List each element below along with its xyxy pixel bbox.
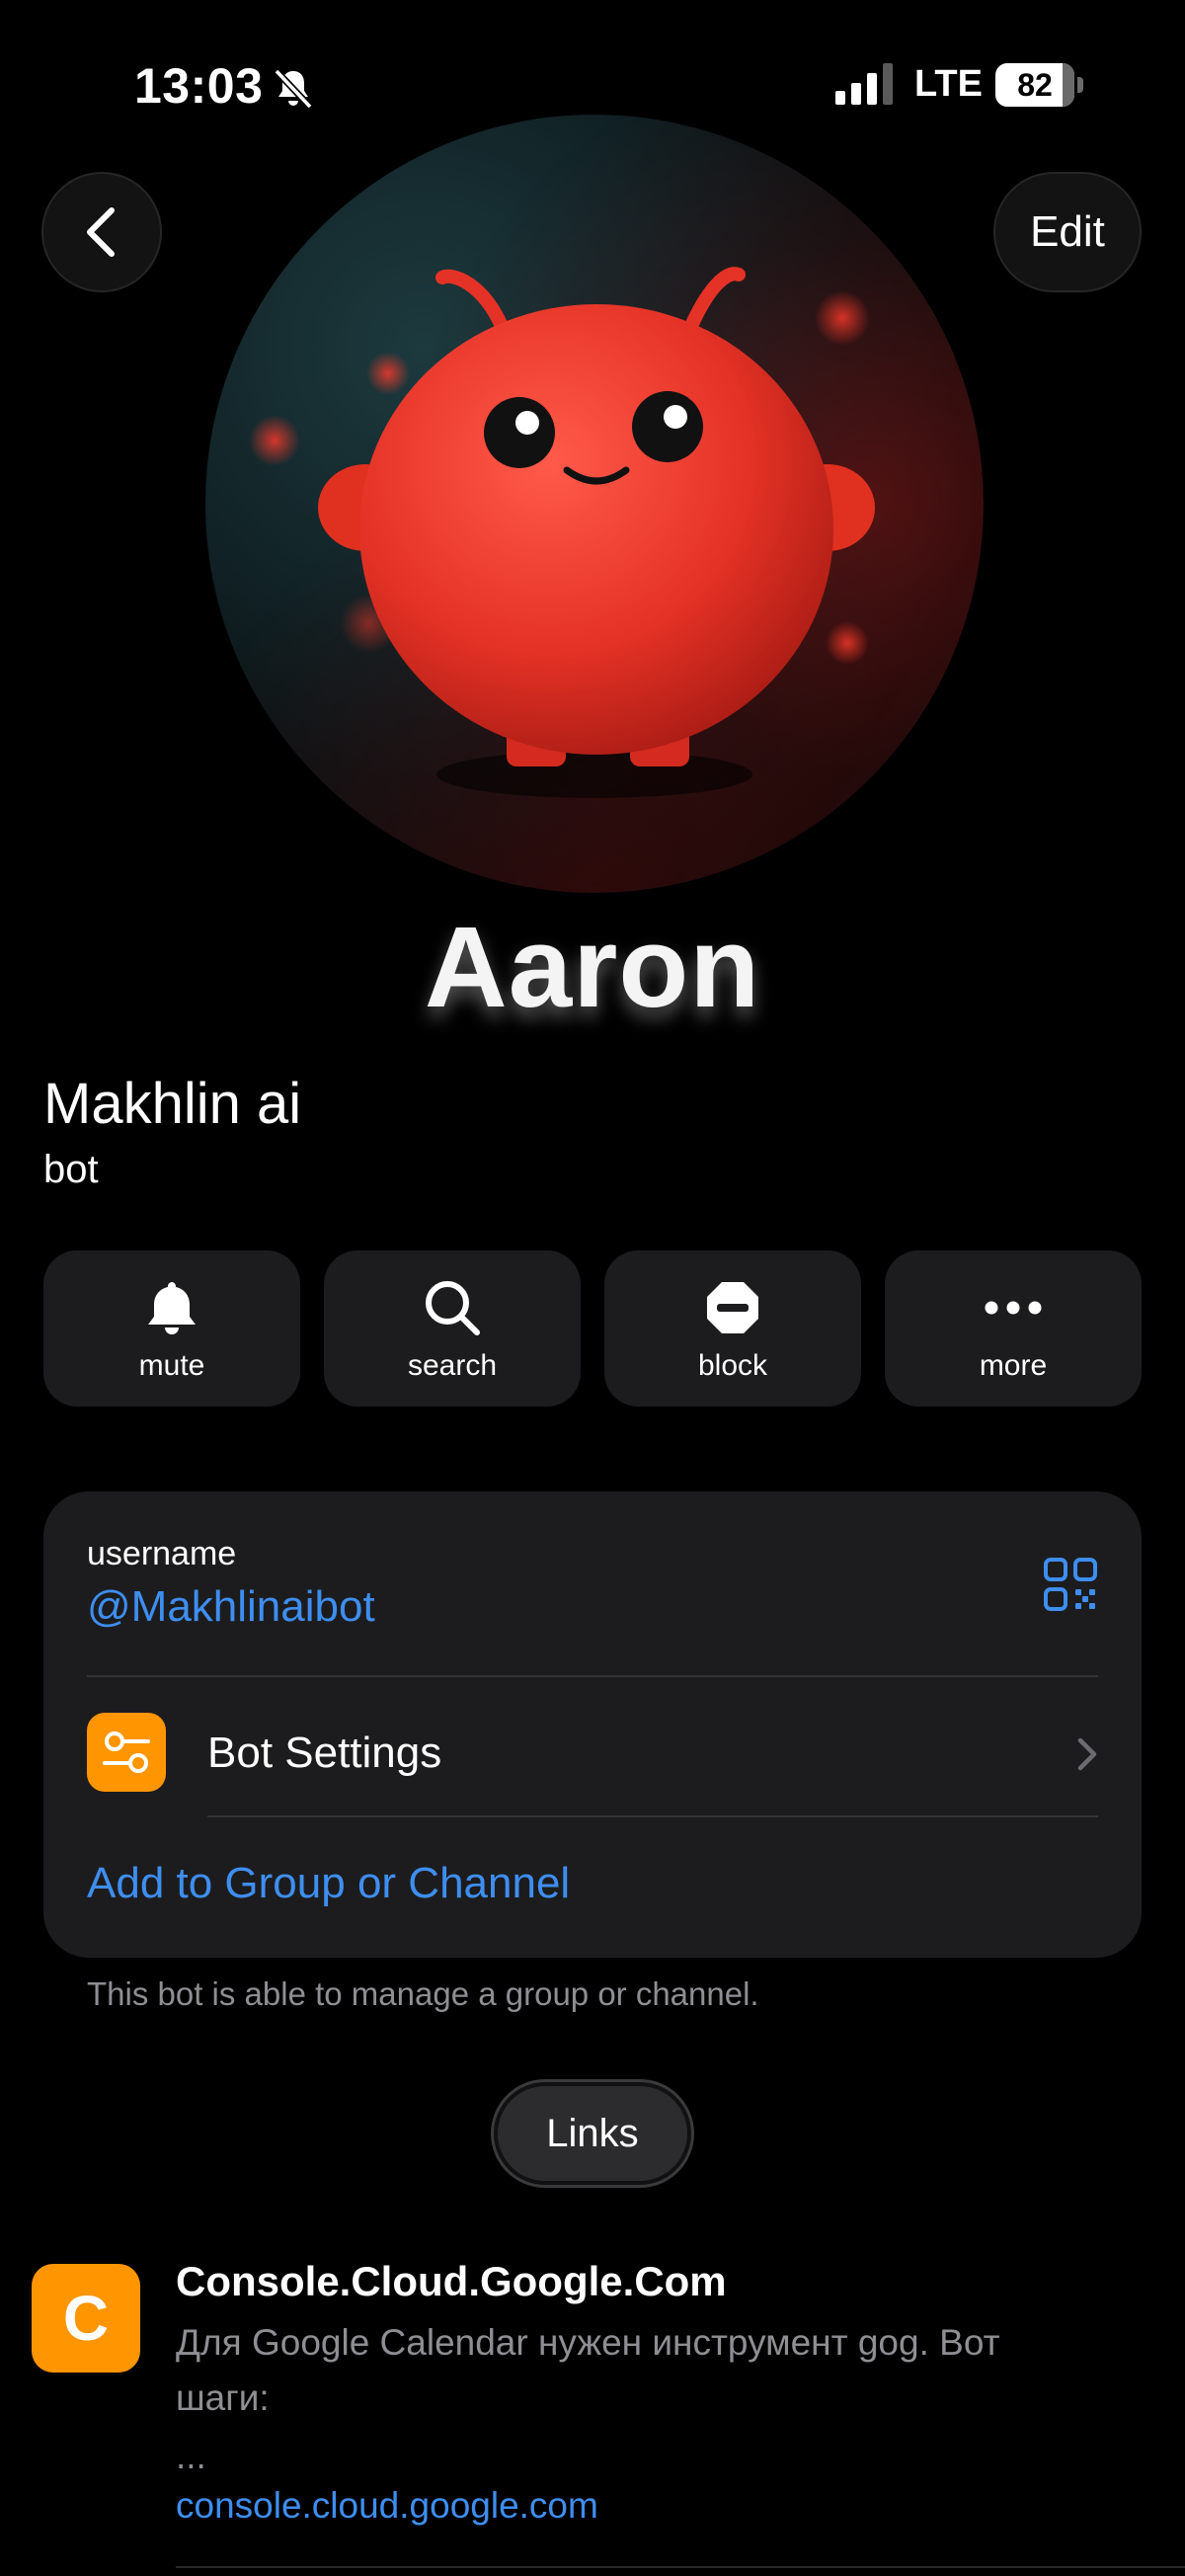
divider (207, 1815, 1098, 1817)
mute-label: mute (138, 1349, 205, 1382)
profile-subtitle: bot (43, 1148, 99, 1191)
add-to-group-button[interactable]: Add to Group or Channel (87, 1859, 570, 1908)
search-icon (421, 1276, 484, 1339)
profile-avatar[interactable] (205, 115, 984, 893)
more-button[interactable]: more (885, 1250, 1142, 1407)
battery-level: 82 (1017, 67, 1053, 103)
mascot-illustration (249, 267, 875, 798)
qr-code-icon[interactable] (1043, 1557, 1098, 1612)
status-time: 13:03 (134, 58, 264, 114)
battery-icon: 82 (995, 63, 1083, 107)
edit-button[interactable]: Edit (993, 172, 1142, 292)
bell-icon (140, 1276, 203, 1339)
tab-links[interactable]: Links (494, 2082, 691, 2185)
bot-settings-row[interactable]: Bot Settings (43, 1677, 1142, 1815)
chevron-left-icon (87, 207, 115, 257)
bot-settings-label: Bot Settings (207, 1729, 442, 1777)
link-ellipsis: ... (176, 2436, 206, 2476)
action-buttons: mute search block more (43, 1250, 1142, 1407)
mute-button[interactable]: mute (43, 1250, 300, 1407)
link-description: Для Google Calendar нужен инструмент gog… (176, 2322, 1000, 2418)
link-title[interactable]: Console.Cloud.Google.Com (176, 2258, 727, 2305)
info-card: username @Makhlinaibot Bot Settings Add … (43, 1491, 1142, 1958)
block-label: block (697, 1349, 768, 1382)
sliders-icon (87, 1713, 166, 1792)
bell-off-icon (274, 68, 313, 110)
username-value[interactable]: @Makhlinaibot (87, 1582, 375, 1632)
avatar-brand-text: Aaron (424, 903, 761, 1031)
username-label: username (87, 1535, 237, 1572)
search-label: search (407, 1349, 498, 1382)
ellipsis-icon (982, 1276, 1045, 1339)
search-button[interactable]: search (324, 1250, 581, 1407)
signal-strength-icon (835, 63, 893, 105)
profile-name: Makhlin ai (43, 1072, 302, 1136)
network-type: LTE (914, 63, 983, 105)
chevron-right-icon (1077, 1737, 1097, 1771)
link-url[interactable]: console.cloud.google.com (176, 2485, 598, 2527)
back-button[interactable] (41, 172, 162, 292)
link-avatar: C (32, 2264, 140, 2373)
block-icon (701, 1276, 764, 1339)
more-label: more (979, 1349, 1048, 1382)
bot-capability-note: This bot is able to manage a group or ch… (87, 1975, 759, 2012)
divider (176, 2566, 1185, 2568)
block-button[interactable]: block (604, 1250, 861, 1407)
